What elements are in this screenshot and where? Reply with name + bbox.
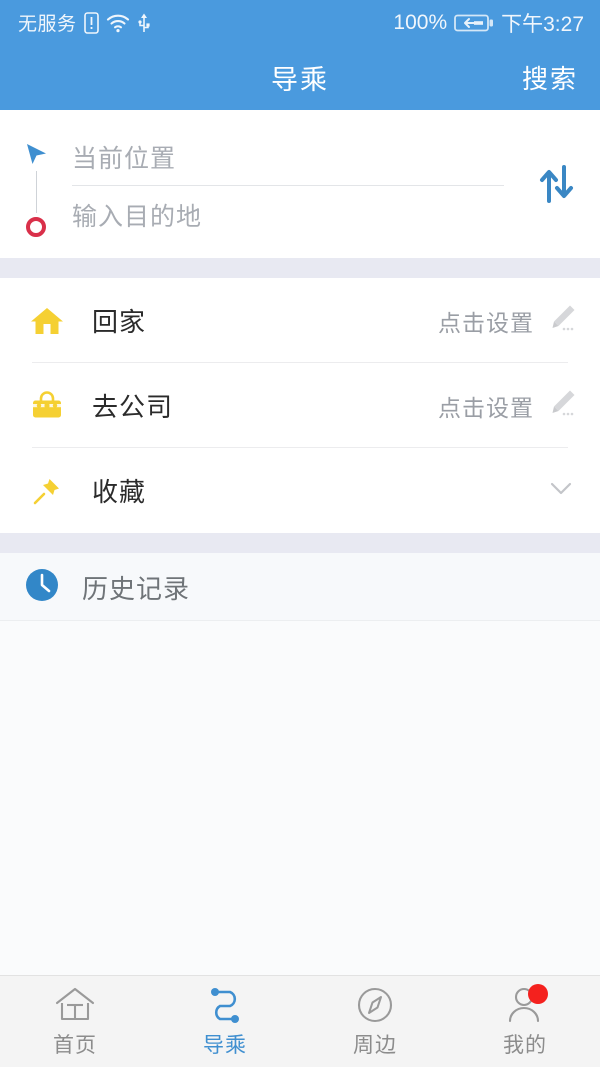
shortcut-list: 回家 点击设置 去公司 点击设置 收藏	[0, 278, 600, 533]
shortcut-action-home[interactable]: 点击设置	[438, 302, 578, 339]
carrier-label: 无服务	[18, 14, 77, 35]
route-markers	[0, 128, 72, 244]
shortcut-action-company[interactable]: 点击设置	[438, 387, 578, 424]
person-icon	[504, 984, 548, 1026]
history-header[interactable]: 历史记录	[0, 553, 600, 621]
pushpin-icon	[24, 474, 70, 508]
navigation-arrow-icon	[23, 141, 49, 167]
shortcut-row-company[interactable]: 去公司 点击设置	[0, 363, 600, 448]
swap-endpoints-button[interactable]	[514, 163, 600, 210]
nav-label-home: 首页	[53, 1034, 97, 1057]
clock-icon	[24, 567, 60, 608]
notification-badge	[528, 984, 548, 1004]
history-empty-area	[0, 621, 600, 975]
usb-icon	[137, 12, 151, 34]
chevron-down-icon[interactable]	[544, 471, 578, 510]
shortcut-hint-home: 点击设置	[438, 309, 534, 336]
history-section: 历史记录	[0, 553, 600, 975]
nav-item-transit[interactable]: 导乘	[150, 976, 300, 1067]
shortcut-label-home: 回家	[92, 307, 147, 337]
destination-input[interactable]: 输入目的地	[72, 186, 504, 244]
compass-icon	[354, 984, 396, 1026]
swap-vertical-icon	[538, 163, 576, 210]
nav-label-nearby: 周边	[353, 1034, 397, 1057]
nav-label-transit: 导乘	[203, 1034, 247, 1057]
route-connector-line	[35, 171, 37, 213]
pencil-icon[interactable]	[546, 302, 578, 339]
nav-label-mine: 我的	[503, 1034, 547, 1057]
pencil-icon[interactable]	[546, 387, 578, 424]
route-input-panel: 当前位置 输入目的地	[0, 110, 600, 258]
nav-item-nearby[interactable]: 周边	[300, 976, 450, 1067]
page-title: 导乘	[271, 65, 329, 95]
battery-percent-label: 100%	[393, 10, 448, 34]
briefcase-icon	[24, 389, 70, 423]
section-divider-bottom	[0, 533, 600, 553]
row-divider	[0, 620, 600, 621]
status-bar-right: 100% 下午3:27	[393, 8, 584, 38]
nav-item-mine[interactable]: 我的	[450, 976, 600, 1067]
shortcut-row-favorites[interactable]: 收藏	[0, 448, 600, 533]
title-bar: 导乘 搜索	[0, 45, 600, 110]
route-curve-icon	[204, 984, 246, 1026]
status-bar-left: 无服务	[18, 9, 151, 36]
shortcut-row-home[interactable]: 回家 点击设置	[0, 278, 600, 363]
bottom-navigation-bar: 首页 导乘 周边 我的	[0, 975, 600, 1067]
status-clock-label: 下午3:27	[501, 12, 584, 36]
shortcut-action-favorites[interactable]	[532, 471, 578, 510]
house-outline-icon	[54, 984, 96, 1026]
wifi-icon	[106, 13, 130, 33]
battery-charging-icon	[454, 12, 494, 34]
destination-ring-icon	[26, 217, 46, 237]
section-divider-top	[0, 258, 600, 278]
house-icon	[24, 304, 70, 338]
origin-input[interactable]: 当前位置	[72, 128, 504, 186]
status-bar: 无服务 100% 下午3:27	[0, 0, 600, 45]
shortcut-hint-company: 点击设置	[438, 394, 534, 421]
route-fields: 当前位置 输入目的地	[72, 128, 514, 244]
shortcut-label-company: 去公司	[92, 392, 174, 422]
app-root: 无服务 100% 下午3:27 导乘 搜索 当前位置 输入目的地 回家 点击设置…	[0, 0, 600, 1067]
shortcut-label-favorites: 收藏	[92, 477, 147, 507]
sim-card-icon	[83, 11, 99, 34]
search-button[interactable]: 搜索	[522, 59, 578, 96]
nav-item-home[interactable]: 首页	[0, 976, 150, 1067]
history-label: 历史记录	[82, 573, 191, 604]
